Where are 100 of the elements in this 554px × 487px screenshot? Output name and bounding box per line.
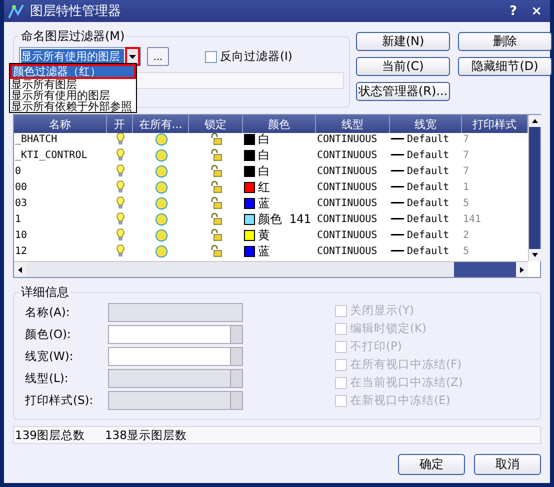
plot-style-cell-text: 5 <box>462 244 470 258</box>
layer-name: _BHATCH <box>14 132 58 146</box>
linetype-cell-text: CONTINUOUS <box>316 212 378 226</box>
layer-name: 1 <box>14 212 22 226</box>
checkbox-label: 关闭显示(Y) <box>350 303 414 318</box>
checkbox-label: 在当前视口中冻结(Z) <box>350 375 463 390</box>
unlocked-lock-icon[interactable] <box>210 149 222 161</box>
lightbulb-icon[interactable] <box>116 244 124 258</box>
color-swatch[interactable] <box>244 246 255 256</box>
plot-style-cell-text: 7 <box>462 132 470 146</box>
unlocked-lock-icon[interactable] <box>210 213 222 225</box>
unlocked-lock-icon[interactable] <box>210 229 222 241</box>
line-sample-icon <box>391 218 404 220</box>
plot-style-cell-text: 7 <box>462 164 470 178</box>
line-sample-icon <box>391 202 404 204</box>
field-label: 颜色(O): <box>25 327 72 342</box>
lightbulb-icon[interactable] <box>116 132 124 146</box>
color-swatch[interactable] <box>244 150 255 160</box>
horizontal-scrollbar[interactable] <box>14 261 528 277</box>
sun-icon[interactable] <box>154 132 168 146</box>
color-name: 颜色 141 <box>258 210 311 228</box>
checkbox-label: 在新视口中冻结(E) <box>350 393 450 408</box>
lightbulb-icon[interactable] <box>116 148 124 162</box>
plot-style-cell-text: 1 <box>462 180 470 194</box>
color-name: 蓝 <box>258 194 270 212</box>
lightbulb-icon[interactable] <box>116 228 124 242</box>
unlocked-lock-icon[interactable] <box>210 245 222 257</box>
dialog-button[interactable]: 新建(N) <box>356 32 450 51</box>
column-header[interactable]: 名称 <box>14 115 107 133</box>
browse-button[interactable]: ... <box>147 47 169 66</box>
window-title: 图层特性管理器 <box>30 3 122 20</box>
lineweight-cell: Default <box>407 230 450 240</box>
plot-style-cell-text: 5 <box>462 196 470 210</box>
color-name: 红 <box>258 178 270 196</box>
dropdown-option[interactable]: 颜色过滤器（红） <box>10 64 136 79</box>
linetype-cell-text: CONTINUOUS <box>316 132 378 146</box>
column-header[interactable]: 颜色 <box>243 115 316 133</box>
color-name: 白 <box>258 162 270 180</box>
color-swatch[interactable] <box>244 182 255 192</box>
dialog-button[interactable]: 删除 <box>458 32 552 51</box>
app-logo-icon <box>8 4 24 18</box>
lightbulb-icon[interactable] <box>116 212 124 226</box>
line-sample-icon <box>391 250 404 252</box>
lightbulb-icon[interactable] <box>116 180 124 194</box>
color-swatch[interactable] <box>244 198 255 208</box>
checkbox-label: 在所有视口中冻结(F) <box>350 357 462 372</box>
dialog-button[interactable]: 当前(C) <box>356 57 450 76</box>
field-label: 线宽(W): <box>25 349 74 364</box>
scroll-thumb[interactable] <box>454 262 516 277</box>
layer-name: 0 <box>14 164 22 178</box>
linetype-cell-text: CONTINUOUS <box>316 244 378 258</box>
lightbulb-icon[interactable] <box>116 196 124 210</box>
scroll-right-icon[interactable] <box>520 266 524 272</box>
close-button[interactable]: × <box>527 4 546 18</box>
column-header[interactable]: 打印样式 <box>462 115 528 133</box>
line-sample-icon <box>391 186 404 188</box>
group-title: 命名图层过滤器(M) <box>20 28 126 45</box>
lineweight-cell: Default <box>407 134 450 144</box>
scroll-up-icon[interactable] <box>532 119 538 123</box>
unlocked-lock-icon[interactable] <box>210 181 222 193</box>
invert-checkbox[interactable] <box>205 50 217 62</box>
field-label: 打印样式(S): <box>25 393 94 408</box>
vertical-scrollbar[interactable] <box>528 115 540 261</box>
column-header[interactable]: 线型 <box>316 115 390 133</box>
dropdown-field[interactable] <box>108 325 243 344</box>
color-swatch[interactable] <box>244 230 255 240</box>
plot-style-cell-text: 2 <box>462 228 470 242</box>
color-swatch[interactable] <box>244 214 255 224</box>
lineweight-cell: Default <box>407 214 450 224</box>
scroll-left-icon[interactable] <box>18 266 22 272</box>
checkbox-label: 不打印(P) <box>350 339 402 354</box>
lineweight-cell: Default <box>407 166 450 176</box>
column-header[interactable]: 锁定 <box>189 115 243 133</box>
dialog-button[interactable]: 状态管理器(R)... <box>356 82 450 101</box>
lineweight-cell: Default <box>407 198 450 208</box>
checkbox-label: 编辑时锁定(K) <box>350 321 427 336</box>
line-sample-icon <box>391 170 404 172</box>
color-swatch[interactable] <box>244 166 255 176</box>
unlocked-lock-icon[interactable] <box>210 165 222 177</box>
dialog-button[interactable]: 取消 <box>474 454 541 475</box>
color-name: 白 <box>258 146 270 164</box>
column-header[interactable]: 线宽 <box>390 115 462 133</box>
scroll-down-icon[interactable] <box>532 253 538 257</box>
plot-style-cell-text: 7 <box>462 148 470 162</box>
column-header[interactable]: 在所有... <box>133 115 189 133</box>
group-title: 详细信息 <box>20 284 70 301</box>
help-button[interactable]: ? <box>506 4 522 18</box>
unlocked-lock-icon[interactable] <box>210 133 222 145</box>
color-name: 黄 <box>258 226 270 244</box>
unlocked-lock-icon[interactable] <box>210 197 222 209</box>
lightbulb-icon[interactable] <box>116 164 124 178</box>
dropdown-field[interactable] <box>108 347 243 366</box>
lineweight-cell: Default <box>407 150 450 160</box>
color-name: 白 <box>258 130 270 148</box>
dialog-button[interactable]: 确定 <box>398 454 465 475</box>
dialog-button[interactable]: 隐藏细节(D) <box>458 57 552 76</box>
layer-name: 10 <box>14 228 28 242</box>
column-header[interactable]: 开 <box>107 115 133 133</box>
color-swatch[interactable] <box>244 134 255 144</box>
checkbox-label: 反向过滤器(I) <box>220 49 292 64</box>
